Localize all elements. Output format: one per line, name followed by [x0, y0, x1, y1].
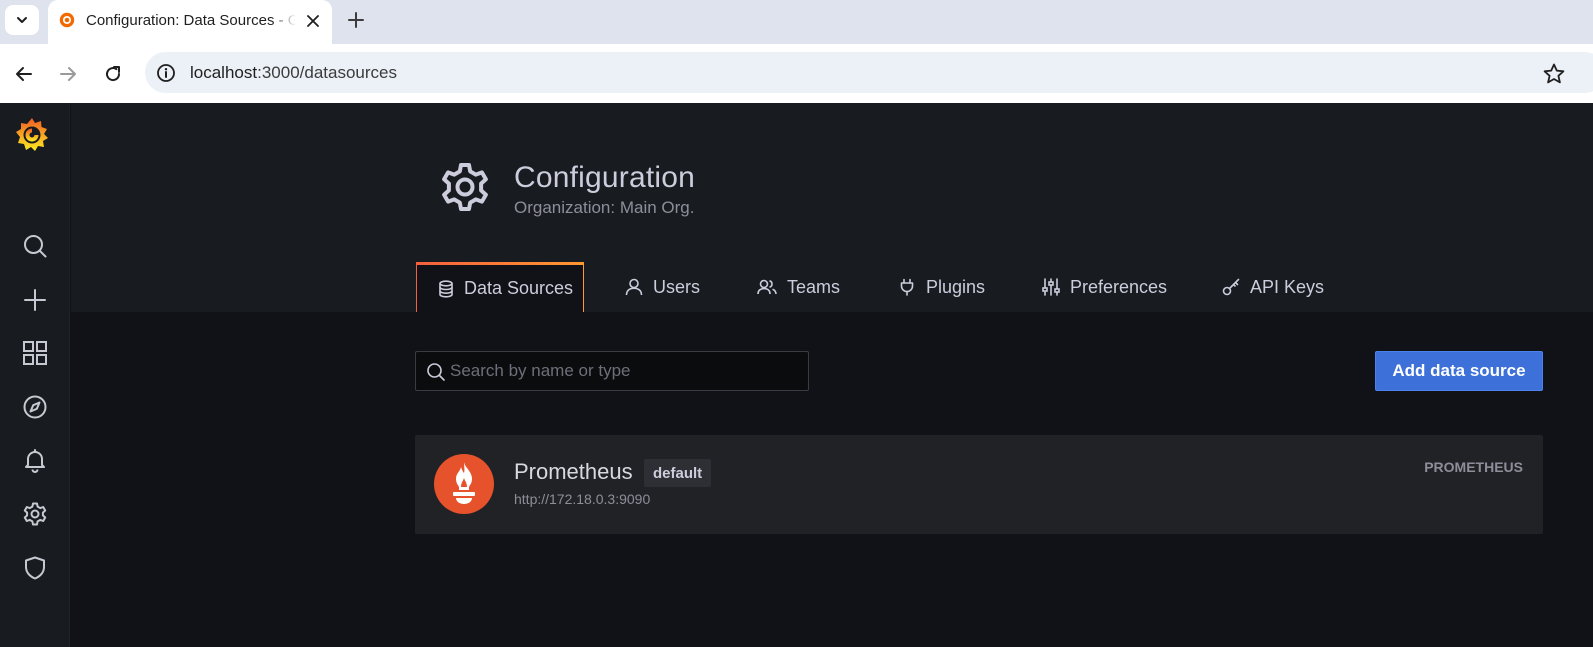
users-icon: [757, 279, 777, 295]
tab-data-sources[interactable]: Data Sources: [416, 262, 584, 312]
datasource-type: PROMETHEUS: [1424, 459, 1523, 475]
back-button[interactable]: [10, 60, 38, 88]
reload-icon: [106, 66, 121, 82]
compass-icon: [23, 395, 47, 419]
database-icon: [439, 279, 453, 298]
chevron-down-icon: [17, 17, 27, 23]
sliders-icon: [1042, 278, 1060, 296]
page-subtitle: Organization: Main Org.: [514, 198, 695, 217]
tab-label: Teams: [787, 276, 841, 297]
key-icon: [1222, 278, 1240, 296]
sidebar-item-create[interactable]: [16, 281, 54, 319]
search-box[interactable]: [415, 351, 809, 391]
sidebar-item-dashboards[interactable]: [16, 334, 54, 372]
plus-icon: [348, 12, 364, 28]
site-info-icon[interactable]: [156, 63, 176, 83]
tab-label: Plugins: [926, 276, 986, 297]
datasource-card[interactable]: Prometheus default http://172.18.0.3:909…: [415, 435, 1543, 534]
search-icon: [24, 235, 47, 258]
search-input[interactable]: [450, 352, 800, 390]
url-host: localhost: [190, 63, 258, 82]
datasource-url: http://172.18.0.3:9090: [514, 491, 651, 507]
shield-icon: [25, 556, 45, 580]
address-bar[interactable]: localhost:3000/datasources: [145, 52, 1593, 93]
search-icon: [427, 363, 445, 381]
prometheus-logo-icon: [434, 454, 494, 514]
arrow-right-icon: [60, 67, 76, 81]
apps-icon: [23, 341, 47, 365]
datasource-name: Prometheus: [514, 459, 633, 484]
grafana-favicon-icon: [59, 12, 75, 28]
bookmark-star-icon[interactable]: [1542, 62, 1566, 86]
arrow-left-icon: [16, 67, 32, 81]
browser-tab[interactable]: Configuration: Data Sources - Grafana: [48, 0, 332, 44]
tab-title: Configuration: Data Sources - Grafana: [86, 12, 296, 29]
default-badge: default: [644, 459, 712, 487]
user-icon: [625, 278, 643, 296]
tab-plugins[interactable]: Plugins: [898, 262, 985, 312]
sidebar-item-explore[interactable]: [16, 388, 54, 426]
cog-icon: [23, 502, 47, 526]
tab-search-button[interactable]: [5, 5, 39, 35]
sidebar-item-alerting[interactable]: [16, 441, 54, 479]
side-menu: [0, 103, 70, 647]
bell-icon: [25, 449, 45, 473]
plus-icon: [24, 289, 46, 311]
tab-label: Users: [653, 276, 701, 297]
tab-teams[interactable]: Teams: [757, 262, 840, 312]
reload-button[interactable]: [99, 60, 127, 88]
browser-toolbar: localhost:3000/datasources: [0, 44, 1593, 103]
tab-label: API Keys: [1250, 276, 1325, 297]
tab-api-keys[interactable]: API Keys: [1222, 262, 1324, 312]
tab-label: Data Sources: [464, 278, 574, 298]
new-tab-button[interactable]: [342, 6, 370, 34]
url-text: localhost:3000/datasources: [190, 63, 397, 83]
page-title: Configuration: [514, 161, 696, 194]
sidebar-item-search[interactable]: [16, 227, 54, 265]
cog-icon: [442, 163, 488, 211]
add-data-source-button[interactable]: Add data source: [1375, 351, 1543, 391]
url-path: :3000/datasources: [257, 63, 397, 82]
grafana-logo-icon[interactable]: [12, 115, 52, 155]
close-icon: [307, 15, 319, 27]
tab-label: Preferences: [1070, 276, 1168, 297]
forward-button[interactable]: [54, 60, 82, 88]
tab-users[interactable]: Users: [625, 262, 700, 312]
sidebar-item-server-admin[interactable]: [16, 549, 54, 587]
tab-close-button[interactable]: [302, 10, 324, 32]
browser-tab-strip: Configuration: Data Sources - Grafana: [0, 0, 1593, 44]
sidebar-item-configuration[interactable]: [16, 495, 54, 533]
plug-icon: [900, 278, 914, 296]
tab-preferences[interactable]: Preferences: [1042, 262, 1167, 312]
